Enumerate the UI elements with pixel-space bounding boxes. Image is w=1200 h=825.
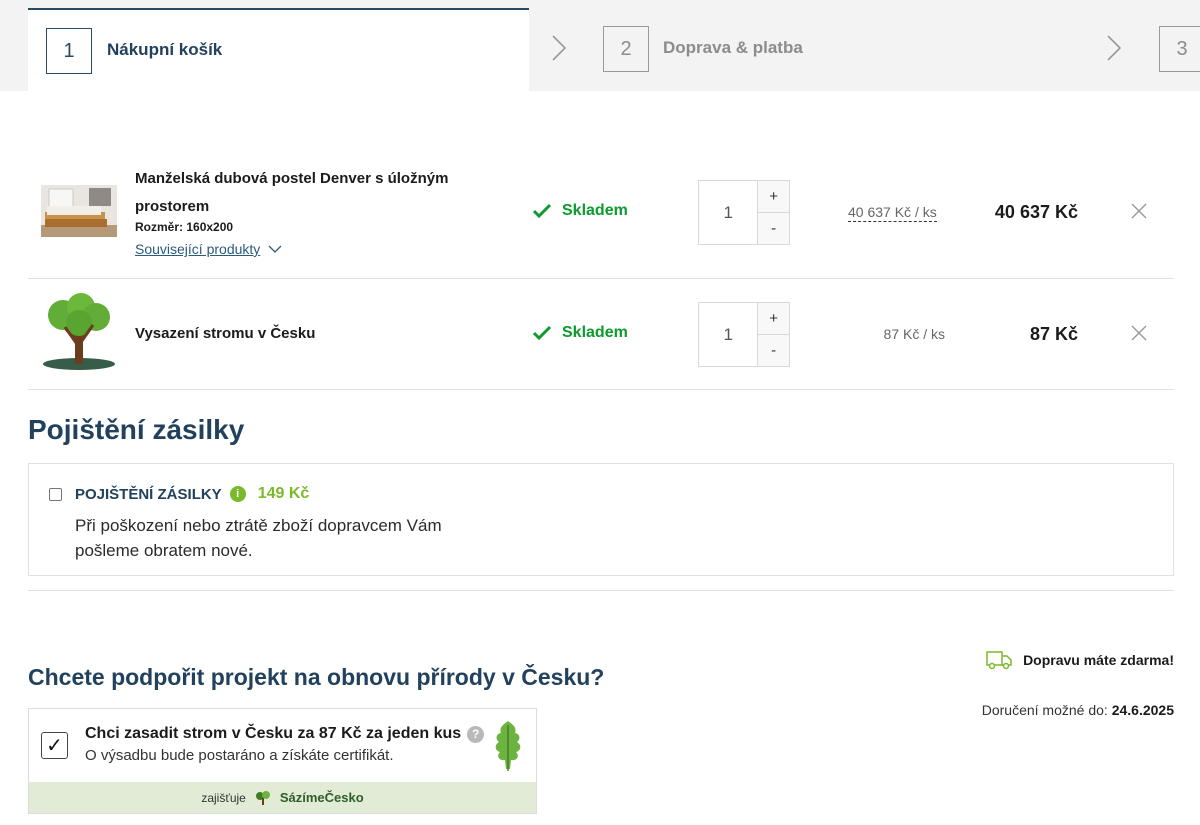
chevron-down-icon <box>268 245 282 253</box>
tree-offer-footer: zajišťuje SázímeČesko <box>29 782 536 813</box>
stock-label: Skladem <box>562 324 628 341</box>
chevron-right-icon <box>1107 35 1122 61</box>
stock-status: Skladem <box>532 324 628 342</box>
tree-logo-icon <box>255 790 270 805</box>
product-name[interactable]: Manželská dubová postel Denver s úložným… <box>135 165 475 221</box>
section-title: Pojištění zásilky <box>28 414 245 445</box>
info-icon[interactable]: i <box>229 486 246 502</box>
check-icon <box>532 203 552 219</box>
step-cart[interactable]: 1 Nákupní košík <box>28 8 529 91</box>
bed-photo <box>41 185 117 237</box>
step-label: Doprava & platba <box>663 38 803 57</box>
stock-label: Skladem <box>562 202 628 219</box>
step-number: 1 <box>46 28 92 74</box>
close-icon[interactable] <box>1130 202 1148 220</box>
close-icon[interactable] <box>1130 324 1148 342</box>
quantity-input[interactable]: 1 <box>699 303 757 366</box>
insurance-checkbox[interactable] <box>49 488 62 501</box>
unit-price: 40 637 Kč / ks <box>848 204 937 222</box>
delivery-date: Doručení možné do: 24.6.2025 <box>982 702 1174 718</box>
step-number: 2 <box>603 26 649 72</box>
tree-offer-box: ✓ Chci zasadit strom v Česku za 87 Kč za… <box>28 708 537 814</box>
step-number: 3 <box>1159 26 1200 72</box>
item-total: 40 637 Kč <box>994 202 1078 222</box>
checkout-stepper: 1 Nákupní košík 2 Doprava & platba 3 <box>0 0 1200 91</box>
related-products-link[interactable]: Související produkty <box>135 241 282 257</box>
tree-illustration <box>43 293 115 370</box>
insurance-description: Při poškození nebo ztrátě zboží dopravce… <box>75 516 442 560</box>
insurance-price: 149 Kč <box>257 485 310 502</box>
product-size: Rozměr: 160x200 <box>135 220 234 234</box>
divider <box>28 590 1174 591</box>
tree-offer-label[interactable]: Chci zasadit strom v Česku za 87 Kč za j… <box>85 725 461 743</box>
insurance-title[interactable]: POJIŠTĚNÍ ZÁSILKY <box>75 486 222 503</box>
footer-brand: SázímeČesko <box>279 790 364 805</box>
insurance-box: POJIŠTĚNÍ ZÁSILKY i 149 Kč Při poškození… <box>28 463 1174 576</box>
footer-prefix: zajišťuje <box>201 790 246 805</box>
insurance-title-row: POJIŠTĚNÍ ZÁSILKY i 149 Kč <box>75 485 309 503</box>
quantity-decrease-button[interactable]: - <box>758 334 789 366</box>
project-title: Chcete podpořit projekt na obnovu přírod… <box>28 664 605 690</box>
tree-checkbox[interactable]: ✓ <box>41 732 68 759</box>
product-name[interactable]: Vysazení stromu v Česku <box>135 320 315 348</box>
divider <box>28 278 1174 279</box>
quantity-increase-button[interactable]: + <box>758 303 789 334</box>
unit-price: 87 Kč / ks <box>883 326 945 342</box>
stock-status: Skladem <box>532 202 628 220</box>
oak-leaf-icon <box>495 721 521 771</box>
chevron-right-icon <box>552 35 567 61</box>
free-delivery-label: Dopravu máte zdarma! <box>1023 652 1174 668</box>
quantity-decrease-button[interactable]: - <box>758 212 789 244</box>
quantity-input[interactable]: 1 <box>699 181 757 244</box>
divider <box>28 389 1174 390</box>
item-total: 87 Kč <box>1029 324 1078 344</box>
truck-icon <box>986 651 1012 670</box>
related-products-label: Související produkty <box>135 241 261 257</box>
quantity-increase-button[interactable]: + <box>758 181 789 212</box>
step-label: Nákupní košík <box>107 40 223 59</box>
tree-offer-title-row: Chci zasadit strom v Česku za 87 Kč za j… <box>85 725 485 743</box>
help-icon[interactable]: ? <box>467 725 485 743</box>
tree-offer-subtitle: O výsadbu bude postaráno a získáte certi… <box>85 747 394 764</box>
check-icon <box>532 325 552 341</box>
delivery-date-value: 24.6.2025 <box>1111 702 1174 718</box>
quantity-stepper: 1 + - <box>698 180 790 245</box>
free-delivery-notice: Dopravu máte zdarma! <box>985 649 1174 671</box>
quantity-stepper: 1 + - <box>698 302 790 367</box>
delivery-date-prefix: Doručení možné do: <box>981 702 1108 718</box>
